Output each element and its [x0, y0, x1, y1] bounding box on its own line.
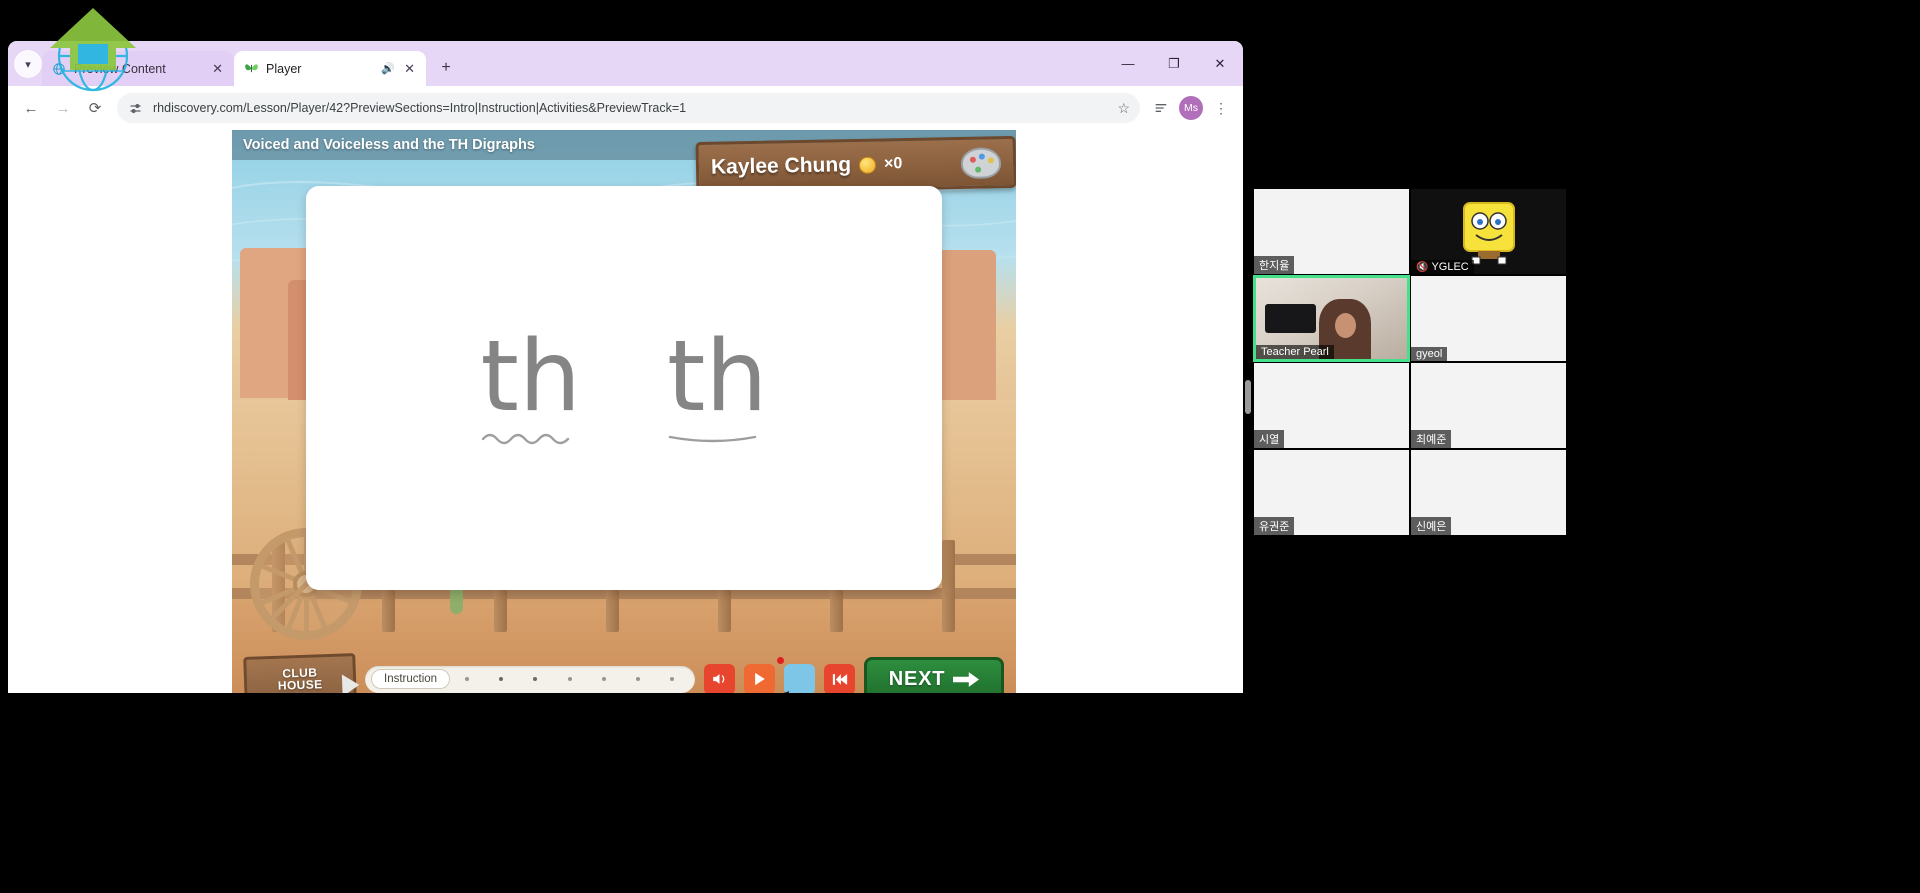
tab-strip: ▾ Preview Content ✕ Player 🔊 ✕ + — ❐ ✕ [8, 41, 1243, 86]
tab-player[interactable]: Player 🔊 ✕ [234, 51, 426, 86]
chrome-menu-icon[interactable]: ⋮ [1207, 94, 1235, 122]
participant-name: 한지율 [1254, 256, 1295, 274]
tab-audio-playing-icon[interactable]: 🔊 [381, 62, 395, 75]
mic-muted-icon: 🔇 [1416, 262, 1429, 273]
video-participant-grid: 한지율 🔇 YGLEC Teacher Pearl gyeol 시열 최예준 유… [1253, 188, 1920, 546]
window-controls: — ❐ ✕ [1105, 41, 1243, 86]
avatar: Ms [1179, 96, 1203, 120]
browser-window: ▾ Preview Content ✕ Player 🔊 ✕ + — ❐ ✕ ←… [8, 41, 1243, 693]
section-label: Instruction [371, 669, 451, 689]
video-tile[interactable]: 최예준 [1410, 362, 1567, 449]
video-tile[interactable]: 유권준 [1253, 449, 1410, 536]
participant-name: 신예은 [1411, 517, 1452, 535]
participant-name: 🔇 YGLEC [1411, 260, 1474, 274]
profile-avatar[interactable]: Ms [1177, 94, 1205, 122]
clubhouse-button[interactable]: CLUB HOUSE [243, 653, 360, 693]
digraph-glyph: th [480, 320, 581, 434]
digraph-voiceless[interactable]: th [667, 328, 768, 448]
new-tab-button[interactable]: + [432, 54, 460, 82]
address-bar[interactable]: rhdiscovery.com/Lesson/Player/42?Preview… [117, 93, 1140, 123]
close-window-button[interactable]: ✕ [1197, 41, 1243, 86]
play-button[interactable] [744, 663, 775, 693]
split-view-icon[interactable] [1147, 94, 1175, 122]
participant-name: 유권준 [1254, 517, 1295, 535]
digraph-glyph: th [667, 320, 768, 434]
rewind-button[interactable] [824, 663, 855, 693]
arrow-right-icon [953, 671, 980, 687]
pause-button[interactable] [784, 663, 815, 693]
maximize-button[interactable]: ❐ [1151, 41, 1197, 86]
participant-name: 최예준 [1411, 430, 1452, 448]
butterfly-icon [243, 61, 259, 77]
globe-arrow-logo [50, 8, 136, 92]
background-tv [1265, 303, 1317, 334]
lesson-control-bar: CLUB HOUSE Instruction NEXT [232, 648, 1016, 693]
clubhouse-label-line2: HOUSE [277, 677, 323, 693]
close-icon[interactable]: ✕ [210, 62, 225, 75]
coin-icon [858, 156, 877, 174]
browser-toolbar: ← → ⟳ rhdiscovery.com/Lesson/Player/42?P… [8, 86, 1243, 130]
teacher-face [1335, 313, 1357, 339]
student-name: Kaylee Chung [710, 153, 852, 179]
video-tile[interactable]: gyeol [1410, 275, 1567, 362]
lesson-card: th th [306, 186, 942, 590]
star-icon[interactable]: ☆ [1117, 100, 1130, 117]
progress-dots [450, 677, 689, 681]
video-tile[interactable]: 시열 [1253, 362, 1410, 449]
page-content: Voiced and Voiceless and the TH Digraphs… [8, 130, 1243, 693]
spongebob-icon [1462, 201, 1515, 264]
participant-name: 시열 [1254, 430, 1285, 448]
palette-icon[interactable] [960, 146, 1002, 179]
coin-count: ×0 [883, 155, 903, 173]
url-text: rhdiscovery.com/Lesson/Player/42?Preview… [153, 101, 687, 115]
participant-name: Teacher Pearl [1256, 345, 1334, 359]
page-title: Voiced and Voiceless and the TH Digraphs [243, 137, 535, 153]
video-tile[interactable]: 🔇 YGLEC [1410, 188, 1567, 275]
arrow-up-icon [341, 673, 360, 693]
recording-indicator [777, 657, 784, 664]
video-tile[interactable]: 한지율 [1253, 188, 1410, 275]
tab-title: Player [266, 61, 302, 76]
next-button[interactable]: NEXT [864, 657, 1004, 693]
minimize-button[interactable]: — [1105, 41, 1151, 86]
audio-replay-button[interactable] [704, 663, 735, 693]
lesson-stage: Voiced and Voiceless and the TH Digraphs… [232, 130, 1016, 693]
video-tile[interactable]: 신예은 [1410, 449, 1567, 536]
video-tile-speaking[interactable]: Teacher Pearl [1253, 275, 1410, 362]
participant-name: gyeol [1411, 347, 1448, 361]
next-label: NEXT [888, 667, 946, 690]
close-icon[interactable]: ✕ [402, 62, 417, 75]
digraph-voiced[interactable]: th [480, 328, 581, 448]
tune-icon[interactable] [127, 100, 144, 117]
panel-scrollbar-handle[interactable] [1245, 380, 1251, 414]
section-progress[interactable]: Instruction [365, 665, 695, 693]
